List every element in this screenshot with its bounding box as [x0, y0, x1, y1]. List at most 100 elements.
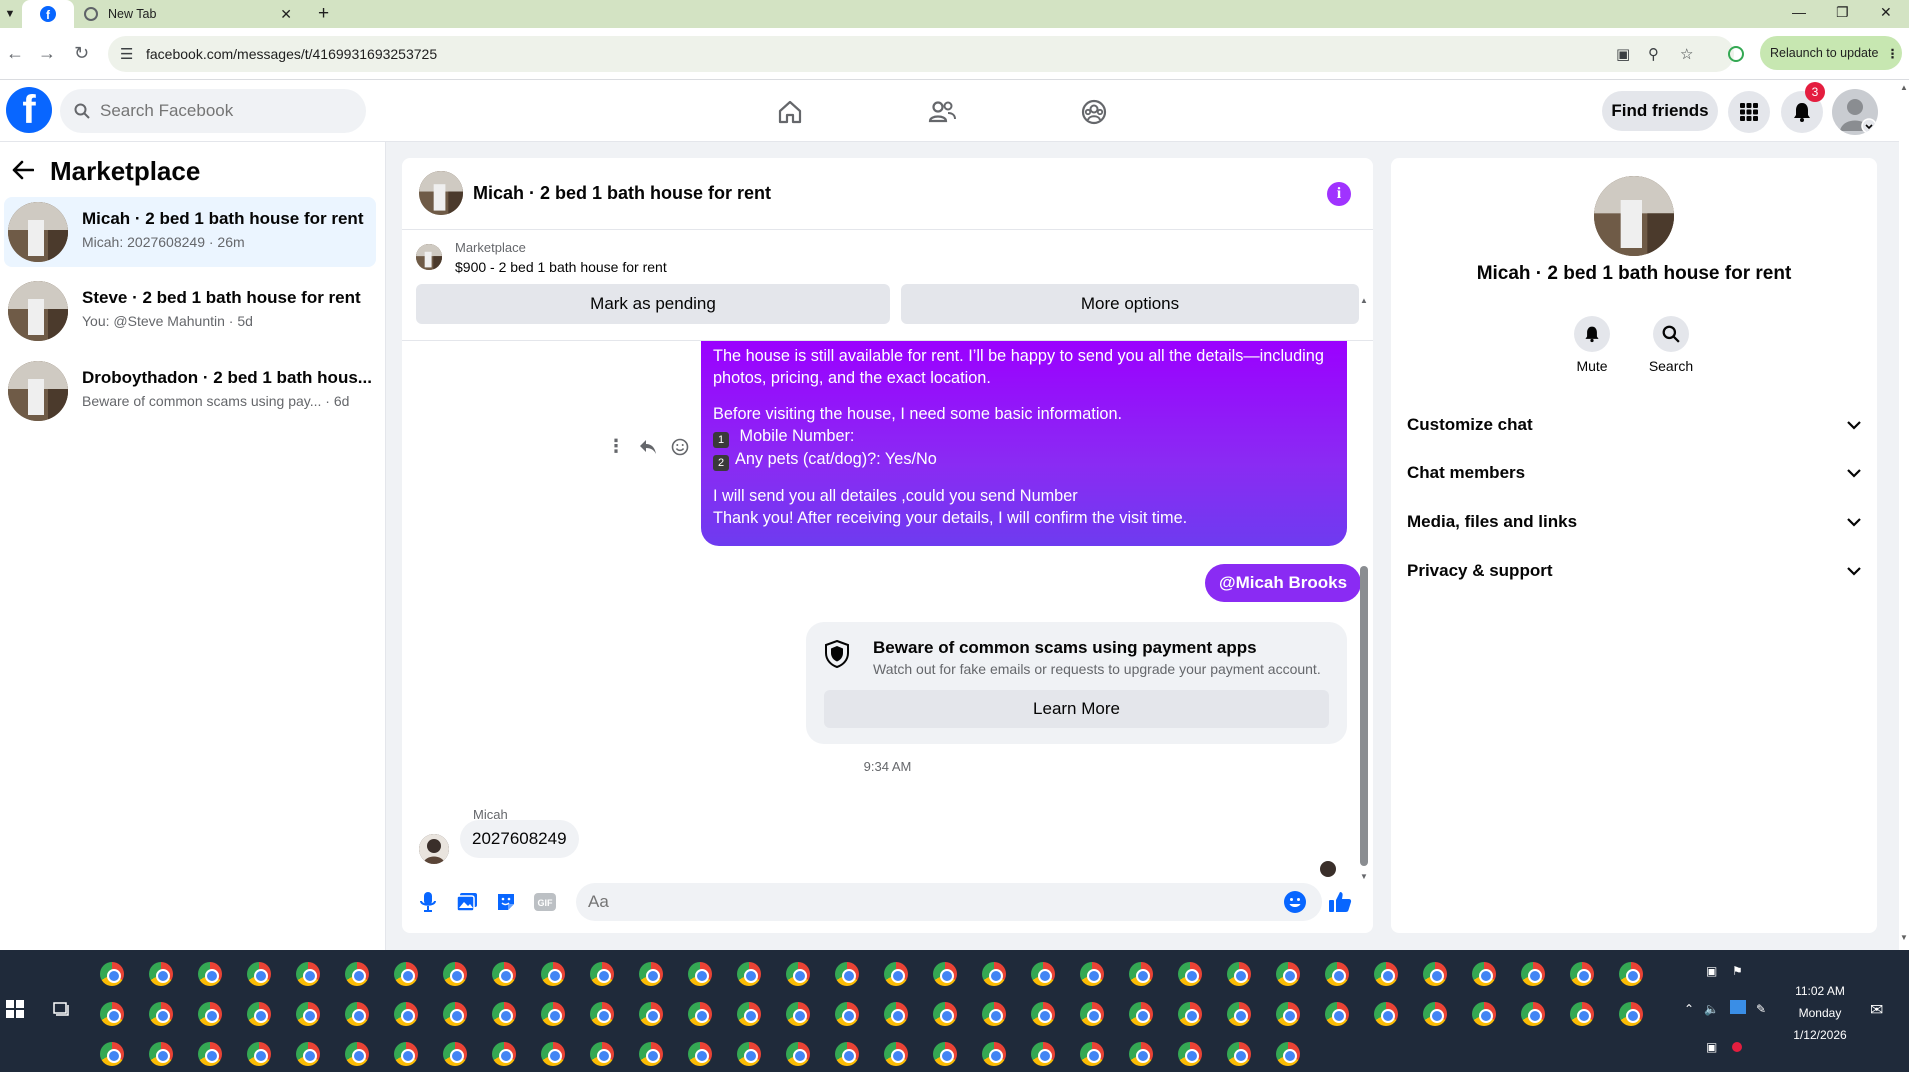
reply-icon[interactable]: [639, 439, 657, 455]
learn-more-button[interactable]: Learn More: [824, 690, 1329, 728]
install-app-icon[interactable]: ▣: [1616, 45, 1630, 63]
back-arrow-icon[interactable]: [12, 160, 34, 180]
sticker-icon[interactable]: [493, 889, 519, 915]
chrome-window-icon[interactable]: [1570, 962, 1594, 986]
chrome-window-icon[interactable]: [786, 1042, 810, 1066]
chrome-window-icon[interactable]: [296, 1042, 320, 1066]
chat-header-thumbnail[interactable]: [419, 171, 463, 215]
meet-now-icon[interactable]: ▣: [1706, 964, 1717, 978]
chrome-window-icon[interactable]: [1129, 962, 1153, 986]
outgoing-message-bubble[interactable]: The house is still available for rent. I…: [701, 341, 1347, 546]
chrome-window-icon[interactable]: [296, 1002, 320, 1026]
message-input[interactable]: [576, 883, 1322, 921]
chrome-window-icon[interactable]: [933, 962, 957, 986]
taskbar-clock[interactable]: 11:02 AM Monday 1/12/2026: [1770, 980, 1870, 1046]
more-options-button[interactable]: More options: [901, 284, 1359, 324]
photo-attach-icon[interactable]: [454, 889, 480, 915]
thumbs-up-icon[interactable]: [1327, 889, 1353, 915]
chrome-window-icon[interactable]: [100, 962, 124, 986]
chrome-window-icon[interactable]: [1276, 1042, 1300, 1066]
account-avatar[interactable]: [1832, 89, 1878, 135]
bookmark-star-icon[interactable]: ☆: [1680, 45, 1693, 63]
reload-icon[interactable]: ↻: [74, 43, 89, 64]
chrome-window-icon[interactable]: [394, 962, 418, 986]
home-icon[interactable]: [770, 95, 810, 129]
mention-message-bubble[interactable]: @Micah Brooks: [1205, 564, 1362, 602]
chrome-window-icon[interactable]: [1178, 1002, 1202, 1026]
groups-icon[interactable]: [1074, 95, 1114, 129]
chrome-window-icon[interactable]: [884, 962, 908, 986]
chrome-window-icon[interactable]: [982, 1002, 1006, 1026]
chrome-window-icon[interactable]: [198, 1002, 222, 1026]
chrome-window-icon[interactable]: [1129, 1042, 1153, 1066]
incoming-message-bubble[interactable]: 2027608249: [460, 820, 579, 858]
emoji-icon[interactable]: [1282, 889, 1308, 915]
conversation-item-droboythadon[interactable]: Droboythadon · 2 bed 1 bath hous... Bewa…: [4, 356, 376, 426]
chrome-window-icon[interactable]: [492, 1042, 516, 1066]
chrome-window-icon[interactable]: [1423, 962, 1447, 986]
message-list[interactable]: ⋮ The house is still available for rent.…: [402, 341, 1373, 877]
chrome-window-icon[interactable]: [639, 1002, 663, 1026]
chrome-window-icon[interactable]: [1325, 1002, 1349, 1026]
chrome-window-icon[interactable]: [149, 1042, 173, 1066]
chrome-window-icon[interactable]: [688, 1042, 712, 1066]
chrome-window-icon[interactable]: [688, 1002, 712, 1026]
new-tab-plus-icon[interactable]: +: [318, 3, 329, 25]
task-view-icon[interactable]: [52, 1000, 70, 1016]
chrome-window-icon[interactable]: [590, 1042, 614, 1066]
chrome-window-icon[interactable]: [835, 1042, 859, 1066]
show-hidden-icons-chevron[interactable]: ⌃: [1684, 1002, 1694, 1016]
chrome-window-icon[interactable]: [247, 962, 271, 986]
chrome-window-icon[interactable]: [639, 962, 663, 986]
react-emoji-icon[interactable]: [671, 438, 689, 456]
chrome-window-icon[interactable]: [345, 1042, 369, 1066]
chrome-window-icon[interactable]: [590, 1002, 614, 1026]
chrome-window-icon[interactable]: [786, 1002, 810, 1026]
chrome-window-icon[interactable]: [541, 1042, 565, 1066]
chrome-window-icon[interactable]: [1178, 962, 1202, 986]
microphone-icon[interactable]: [415, 889, 441, 915]
chrome-window-icon[interactable]: [149, 962, 173, 986]
chrome-window-icon[interactable]: [835, 1002, 859, 1026]
search-in-chat-button[interactable]: Search: [1636, 316, 1706, 374]
chat-scrollbar[interactable]: ▲ ▼: [1360, 296, 1369, 881]
info-icon[interactable]: i: [1327, 182, 1351, 206]
chrome-window-icon[interactable]: [1031, 1002, 1055, 1026]
forward-icon[interactable]: →: [38, 43, 56, 64]
chrome-window-icon[interactable]: [1080, 1042, 1104, 1066]
chrome-window-icon[interactable]: [982, 962, 1006, 986]
conversation-item-micah[interactable]: Micah · 2 bed 1 bath house for rent Mica…: [4, 197, 376, 267]
search-box[interactable]: [60, 89, 366, 133]
conversation-item-steve[interactable]: Steve · 2 bed 1 bath house for rent You:…: [4, 276, 376, 346]
chrome-window-icon[interactable]: [1227, 1042, 1251, 1066]
section-customize-chat[interactable]: Customize chat: [1407, 402, 1861, 448]
display-icon[interactable]: ▣: [1706, 1040, 1717, 1054]
chat-scrollbar-thumb[interactable]: [1360, 566, 1368, 866]
chrome-window-icon[interactable]: [639, 1042, 663, 1066]
chrome-window-icon[interactable]: [492, 962, 516, 986]
close-tab-icon[interactable]: ✕: [280, 6, 292, 23]
chrome-window-icon[interactable]: [1276, 962, 1300, 986]
chrome-window-icon[interactable]: [982, 1042, 1006, 1066]
chrome-window-icon[interactable]: [296, 962, 320, 986]
chrome-window-icon[interactable]: [394, 1042, 418, 1066]
chat-title[interactable]: Micah · 2 bed 1 bath house for rent: [473, 183, 771, 204]
listing-thumbnail[interactable]: [416, 244, 442, 270]
network-icon[interactable]: [1730, 1000, 1746, 1014]
find-friends-button[interactable]: Find friends: [1602, 91, 1718, 131]
section-privacy-support[interactable]: Privacy & support: [1407, 548, 1861, 594]
chrome-window-icon[interactable]: [492, 1002, 516, 1026]
windows-start-icon[interactable]: [6, 1000, 24, 1018]
relaunch-button[interactable]: Relaunch to update ⋮: [1760, 36, 1902, 70]
chrome-window-icon[interactable]: [786, 962, 810, 986]
chrome-window-icon[interactable]: [1472, 962, 1496, 986]
chrome-window-icon[interactable]: [1080, 1002, 1104, 1026]
chat-profile-thumbnail[interactable]: [1594, 176, 1674, 256]
chrome-window-icon[interactable]: [1472, 1002, 1496, 1026]
sender-avatar[interactable]: [419, 834, 449, 864]
mark-as-pending-button[interactable]: Mark as pending: [416, 284, 890, 324]
chrome-window-icon[interactable]: [247, 1042, 271, 1066]
menu-grid-icon[interactable]: [1728, 91, 1770, 133]
chrome-window-icon[interactable]: [933, 1042, 957, 1066]
chrome-window-icon[interactable]: [149, 1002, 173, 1026]
